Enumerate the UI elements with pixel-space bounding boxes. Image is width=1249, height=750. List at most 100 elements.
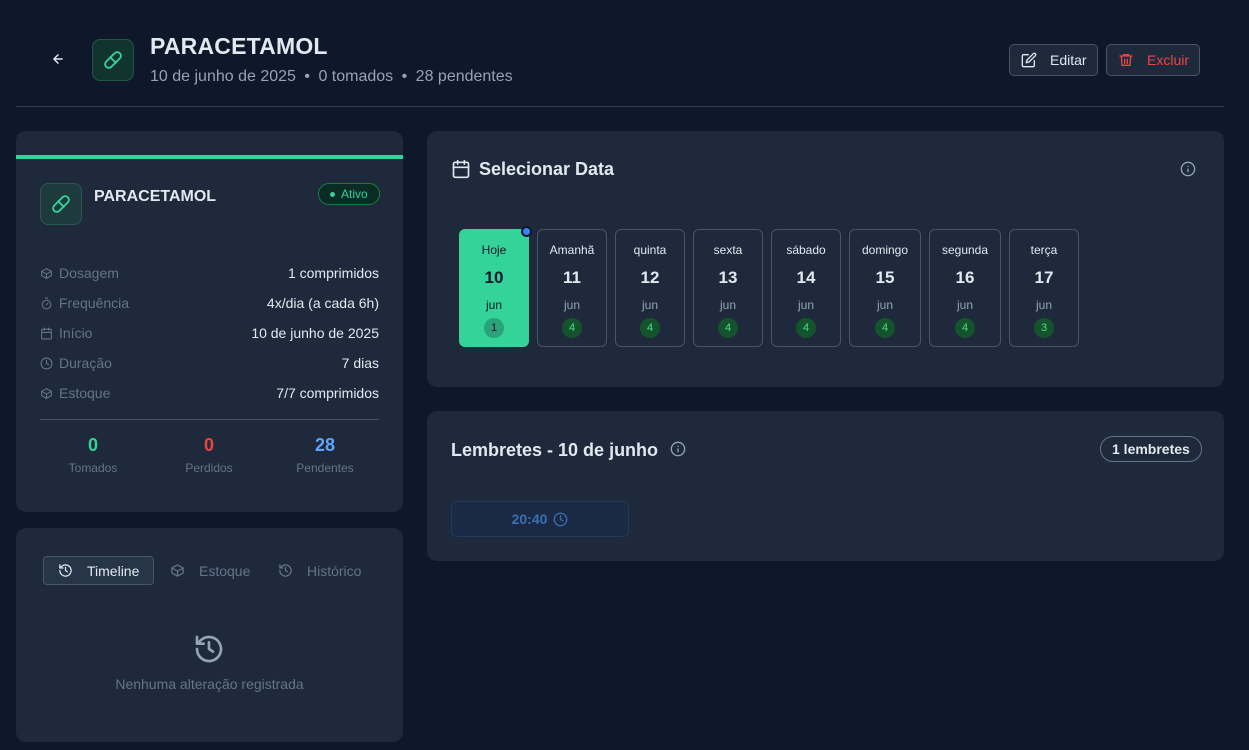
tab-label: Timeline — [87, 562, 140, 579]
page-title: PARACETAMOL — [150, 33, 328, 59]
day-number: 14 — [796, 268, 816, 287]
day-number: 15 — [875, 268, 895, 287]
day-month: jun — [797, 298, 814, 312]
history-icon — [195, 635, 223, 663]
box-icon — [41, 267, 52, 279]
medication-name: PARACETAMOL — [94, 188, 217, 205]
back-button[interactable] — [46, 47, 70, 71]
date-selector-title: Selecionar Data — [479, 159, 615, 179]
day-number: 17 — [1034, 268, 1054, 287]
stat-pending: 28 Pendentes — [270, 435, 380, 475]
delete-label: Excluir — [1147, 52, 1190, 68]
detail-row-duration: Duração 7 dias — [40, 353, 379, 373]
detail-label: Estoque — [59, 385, 111, 401]
edit-icon — [1021, 52, 1037, 68]
day-count-badge: 1 — [484, 318, 504, 338]
status-label: Ativo — [341, 187, 368, 201]
day-month: jun — [719, 298, 736, 312]
day-name: domingo — [861, 243, 909, 257]
detail-value: 7 dias — [341, 355, 379, 371]
day-card[interactable]: sábado 14 jun 4 — [771, 229, 841, 347]
day-month: jun — [1035, 298, 1052, 312]
reminders-count-badge: 1 lembretes — [1100, 436, 1202, 462]
reminder-time: 20:40 — [511, 511, 548, 527]
medication-card: PARACETAMOL Ativo Dosagem 1 comprimidos … — [16, 131, 403, 512]
stat-value: 0 — [203, 435, 214, 455]
day-card-today[interactable]: Hoje 10 jun 1 — [459, 226, 532, 347]
day-name: terça — [1030, 243, 1058, 257]
reminder-time-chip[interactable]: 20:40 — [451, 501, 629, 537]
day-card[interactable]: Amanhã 11 jun 4 — [537, 229, 607, 347]
timer-icon — [41, 297, 52, 309]
detail-label: Frequência — [59, 295, 130, 311]
subtitle-separator: • — [304, 68, 310, 85]
day-name: quinta — [633, 243, 667, 257]
info-icon[interactable] — [670, 441, 686, 457]
page-header: PARACETAMOL 10 de junho de 2025 • 0 toma… — [16, 0, 1224, 107]
calendar-icon — [41, 327, 52, 339]
day-count-badge: 3 — [1034, 318, 1054, 338]
detail-row-frequency: Frequência 4x/dia (a cada 6h) — [40, 293, 379, 313]
today-indicator — [521, 226, 532, 237]
clock-icon — [554, 512, 568, 526]
detail-label: Dosagem — [59, 265, 119, 281]
subtitle-date: 10 de junho de 2025 — [150, 68, 296, 85]
subtitle-pending: 28 pendentes — [415, 68, 513, 85]
status-badge: Ativo — [318, 183, 380, 205]
day-card[interactable]: quinta 12 jun 4 — [615, 229, 685, 347]
edit-label: Editar — [1050, 52, 1087, 68]
day-name: Hoje — [481, 243, 507, 257]
day-count-badge: 4 — [562, 318, 582, 338]
tab-label: Histórico — [307, 562, 362, 579]
day-number: 16 — [955, 268, 975, 287]
pill-icon — [40, 183, 82, 225]
day-number: 12 — [640, 268, 660, 287]
day-name: sábado — [786, 243, 826, 257]
stat-value: 28 — [314, 435, 336, 455]
delete-button[interactable]: Excluir — [1106, 44, 1200, 76]
day-month: jun — [876, 298, 893, 312]
history-icon — [59, 564, 72, 577]
tab-stock[interactable]: Estoque — [170, 556, 250, 585]
reminders-card: Lembretes - 10 de junho 1 lembretes 20:4… — [427, 411, 1224, 561]
tab-history[interactable]: Histórico — [278, 556, 361, 585]
day-count-badge: 4 — [640, 318, 660, 338]
detail-label: Duração — [59, 355, 112, 371]
day-card[interactable]: terça 17 jun 3 — [1009, 229, 1079, 347]
clock-icon — [40, 357, 53, 369]
box-icon — [41, 387, 52, 399]
day-name: sexta — [713, 243, 743, 257]
subtitle-taken: 0 tomados — [318, 68, 394, 85]
detail-value: 7/7 comprimidos — [276, 385, 379, 401]
detail-row-dosage: Dosagem 1 comprimidos — [40, 263, 379, 283]
reminders-title: Lembretes - 10 de junho — [451, 440, 659, 460]
detail-value: 10 de junho de 2025 — [251, 325, 379, 341]
arrow-left-icon — [53, 54, 63, 64]
pill-icon — [92, 39, 134, 81]
box-icon — [171, 564, 184, 577]
day-number: 10 — [484, 268, 504, 287]
day-count-badge: 4 — [875, 318, 895, 338]
stat-missed: 0 Perdidos — [154, 435, 264, 475]
day-number: 11 — [563, 268, 581, 287]
edit-button[interactable]: Editar — [1009, 44, 1098, 76]
day-count-badge: 4 — [796, 318, 816, 338]
calendar-icon — [452, 159, 470, 179]
detail-value: 1 comprimidos — [287, 265, 379, 281]
trash-icon — [1119, 54, 1133, 66]
day-name: segunda — [941, 243, 989, 257]
stat-label: Tomados — [68, 461, 118, 475]
day-card[interactable]: sexta 13 jun 4 — [693, 229, 763, 347]
day-card[interactable]: segunda 16 jun 4 — [929, 229, 1001, 347]
day-month: jun — [641, 298, 658, 312]
day-card[interactable]: domingo 15 jun 4 — [849, 229, 921, 347]
info-icon[interactable] — [1180, 161, 1196, 177]
detail-label: Início — [59, 325, 93, 341]
day-count-badge: 4 — [955, 318, 975, 338]
detail-value: 4x/dia (a cada 6h) — [266, 295, 379, 311]
stat-label: Perdidos — [185, 461, 233, 475]
tab-timeline[interactable]: Timeline — [43, 556, 154, 585]
date-selector-card: Selecionar Data Hoje 10 jun 1 Amanhã 11 … — [427, 131, 1224, 387]
stat-taken: 0 Tomados — [38, 435, 148, 475]
stat-value: 0 — [87, 435, 98, 455]
